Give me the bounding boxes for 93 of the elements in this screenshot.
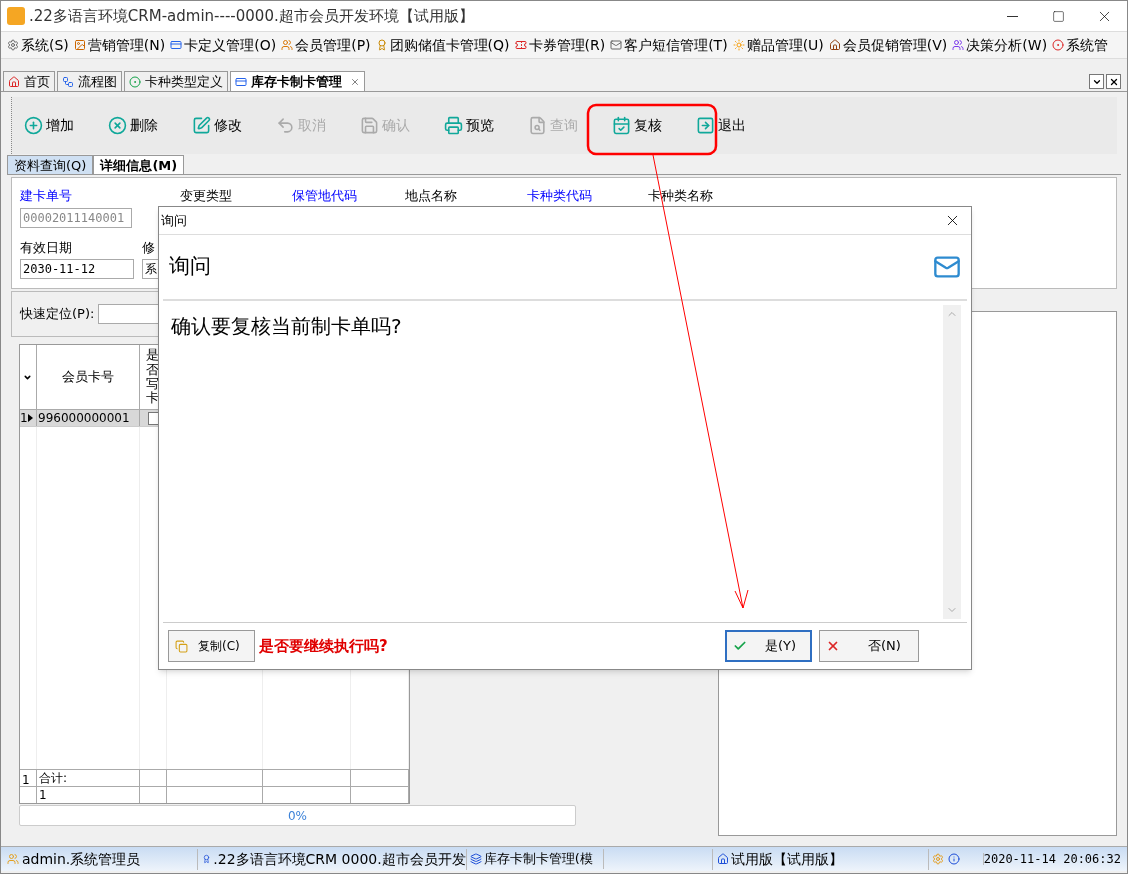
toolbar-button[interactable]: 预览 — [444, 107, 528, 144]
card-icon — [235, 75, 247, 88]
medal-icon — [375, 39, 388, 51]
status-app: .22多语言环境CRM 0000.超市会员开发 — [213, 849, 466, 869]
status-module: 库存卡制卡管理(模 — [483, 850, 593, 869]
tab[interactable]: 库存卡制卡管理 — [230, 71, 365, 91]
people-icon — [281, 39, 294, 51]
app-logo-icon — [7, 7, 25, 25]
field-label: 有效日期 — [20, 238, 72, 257]
field-label: 地点名称 — [405, 187, 457, 205]
card-icon — [170, 39, 183, 51]
toolbar-button[interactable]: 复核 — [612, 107, 696, 144]
house-icon — [717, 853, 730, 865]
menu-item[interactable]: 会员管理(P) — [281, 34, 376, 56]
row-number: 1 — [22, 773, 30, 787]
toolbar-button[interactable]: 增加 — [24, 107, 108, 144]
printer-icon — [444, 116, 463, 135]
menu-item[interactable]: 团购储值卡管理(Q) — [375, 34, 515, 56]
menu-item[interactable]: 赠品管理(U) — [732, 34, 829, 56]
tab[interactable]: 资料查询(Q) — [7, 155, 94, 174]
dialog-button[interactable]: 是(Y) — [725, 630, 812, 662]
column-header[interactable]: 会员卡号 — [61, 367, 114, 387]
minimize-icon — [1006, 15, 1018, 17]
undo-icon — [276, 116, 295, 135]
menu-item[interactable]: 营销管理(N) — [73, 34, 171, 56]
dialog-button[interactable]: 否(N) — [819, 630, 919, 662]
field-label: 卡种类代码 — [527, 187, 592, 205]
dialog-heading: 询问 — [169, 253, 211, 281]
ticket-icon — [514, 39, 527, 51]
input-field[interactable]: 2030-11-12 — [20, 259, 134, 279]
flow-icon — [62, 75, 74, 88]
gear-icon — [932, 853, 945, 865]
column-header[interactable]: 是否写卡 — [146, 348, 160, 406]
menu-item[interactable]: 会员促销管理(V) — [828, 34, 953, 56]
tab[interactable]: 首页 — [3, 71, 55, 91]
menu-item[interactable]: 决策分析(W) — [952, 34, 1053, 56]
save-icon — [360, 116, 379, 135]
progress-label: 0% — [287, 807, 307, 825]
cross-icon — [826, 639, 840, 653]
toolbar-button[interactable]: 删除 — [108, 107, 192, 144]
info-icon — [948, 853, 961, 865]
gear-icon — [7, 39, 19, 51]
menu-item[interactable]: 系统(S) — [7, 34, 74, 56]
tab[interactable]: 详细信息(M) — [93, 155, 185, 174]
current-row-icon — [27, 414, 33, 422]
picture-icon — [73, 39, 86, 51]
tab[interactable]: 卡种类型定义 — [124, 71, 228, 91]
dialog-prompt: 是否要继续执行吗? — [259, 635, 388, 657]
envelope-icon — [610, 39, 623, 51]
table-cell: 合计: — [36, 770, 140, 786]
copy-button[interactable]: 复制(C) — [168, 630, 255, 662]
dropdown-button[interactable] — [1089, 74, 1104, 89]
copy-icon — [175, 639, 188, 653]
close-icon — [1108, 76, 1119, 87]
table-cell: 1 — [36, 787, 140, 803]
dialog-title: 询问 — [161, 211, 187, 230]
house-icon — [828, 39, 841, 51]
field-label: 建卡单号 — [20, 187, 72, 205]
maximize-icon — [1051, 9, 1065, 23]
house-icon — [8, 75, 20, 88]
dialog-message: 确认要复核当前制卡单吗? — [171, 313, 402, 340]
menu-item[interactable]: 卡券管理(R) — [514, 34, 611, 56]
window-title: .22多语言环境CRM-admin----0000.超市会员开发环境【试用版】 — [29, 5, 474, 27]
menu-item[interactable]: 客户短信管理(T) — [610, 34, 733, 56]
field-label: 保管地代码 — [292, 187, 357, 205]
status-user: admin.系统管理员 — [22, 849, 141, 869]
delete-icon — [108, 116, 127, 135]
exit-icon — [696, 116, 715, 135]
close-tab-button[interactable] — [1106, 74, 1121, 89]
close-icon[interactable] — [350, 76, 360, 87]
search-icon — [528, 116, 547, 135]
calendar-check-icon — [612, 116, 631, 135]
check-icon — [733, 639, 747, 653]
menu-item[interactable]: 卡定义管理(O) — [170, 34, 282, 56]
status-edition: 试用版【试用版】 — [731, 849, 844, 869]
table-cell: 996000000001 — [37, 410, 140, 426]
toolbar-button[interactable]: 修改 — [192, 107, 276, 144]
field-label: 变更类型 — [180, 187, 232, 205]
windows-icon — [469, 853, 482, 865]
sun-icon — [732, 39, 745, 51]
menu-item[interactable]: 系统管 — [1052, 34, 1114, 56]
tab[interactable]: 流程图 — [57, 71, 122, 91]
edit-icon — [192, 116, 211, 135]
ring-icon — [129, 75, 141, 88]
user-icon — [7, 853, 19, 865]
status-time: 2020-11-14 20:06:32 — [983, 851, 1121, 868]
field-label: 快速定位(P): — [20, 305, 95, 324]
row-number: 1 — [20, 412, 28, 424]
toolbar-button[interactable]: 退出 — [696, 107, 780, 144]
plus-icon — [24, 116, 43, 135]
field-label: 修 — [142, 238, 155, 257]
people-icon — [952, 39, 965, 51]
field-label: 卡种类名称 — [648, 187, 713, 205]
